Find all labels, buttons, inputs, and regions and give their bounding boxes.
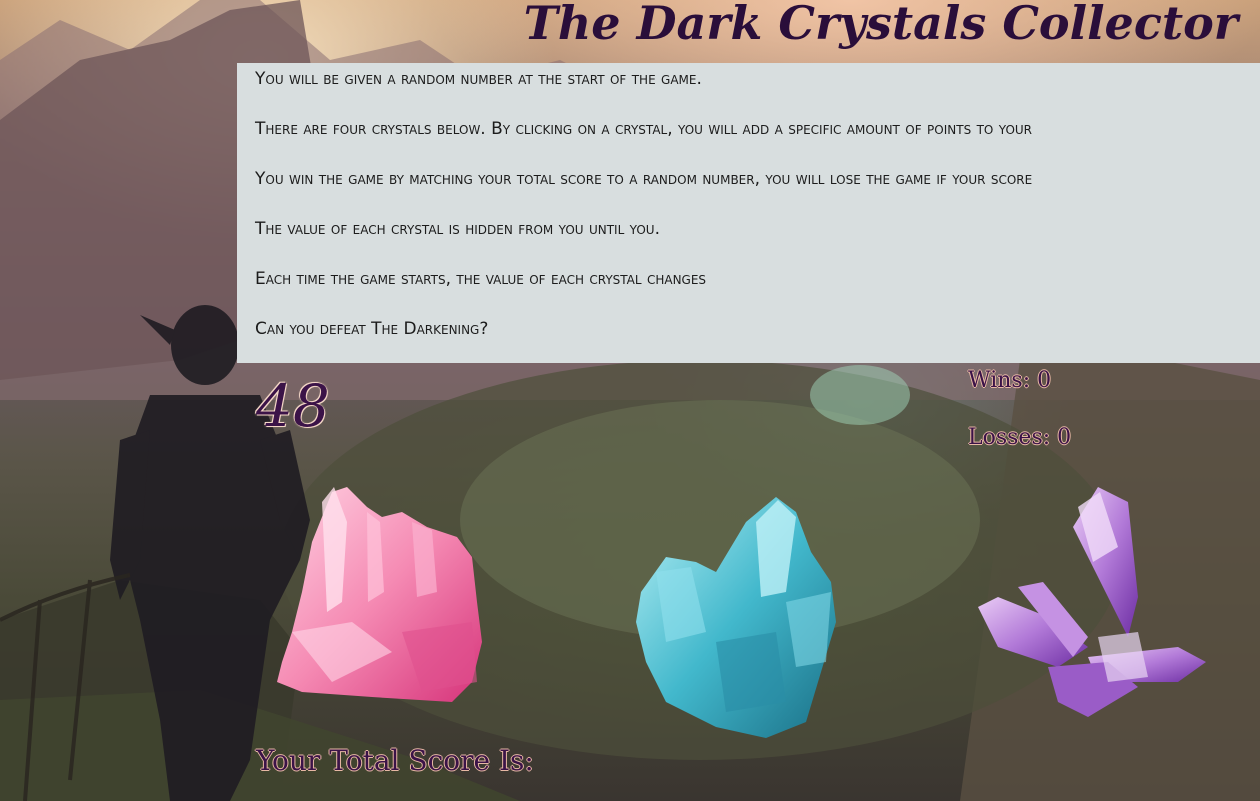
instruction-line: There are four crystals below. By clicki… (255, 119, 1033, 139)
instruction-line: You win the game by matching your total … (255, 169, 1033, 189)
total-score-label: Your Total Score Is: (256, 744, 534, 777)
instruction-line: Can you defeat The Darkening? (255, 319, 489, 339)
instruction-line: The value of each crystal is hidden from… (255, 219, 660, 239)
instruction-line: Each time the game starts, the value of … (255, 269, 707, 289)
pink-crystal-button[interactable] (272, 482, 486, 708)
purple-crystal-button[interactable] (978, 487, 1206, 719)
wins-counter: Wins: 0 (968, 368, 1052, 393)
losses-counter: Losses: 0 (968, 425, 1072, 450)
game-title: The Dark Crystals Collector (523, 0, 1238, 50)
instruction-line: You will be given a random number at the… (255, 69, 702, 89)
blue-crystal-button[interactable] (636, 492, 836, 738)
instructions-panel: You will be given a random number at the… (237, 63, 1260, 363)
random-number: 48 (256, 372, 330, 440)
